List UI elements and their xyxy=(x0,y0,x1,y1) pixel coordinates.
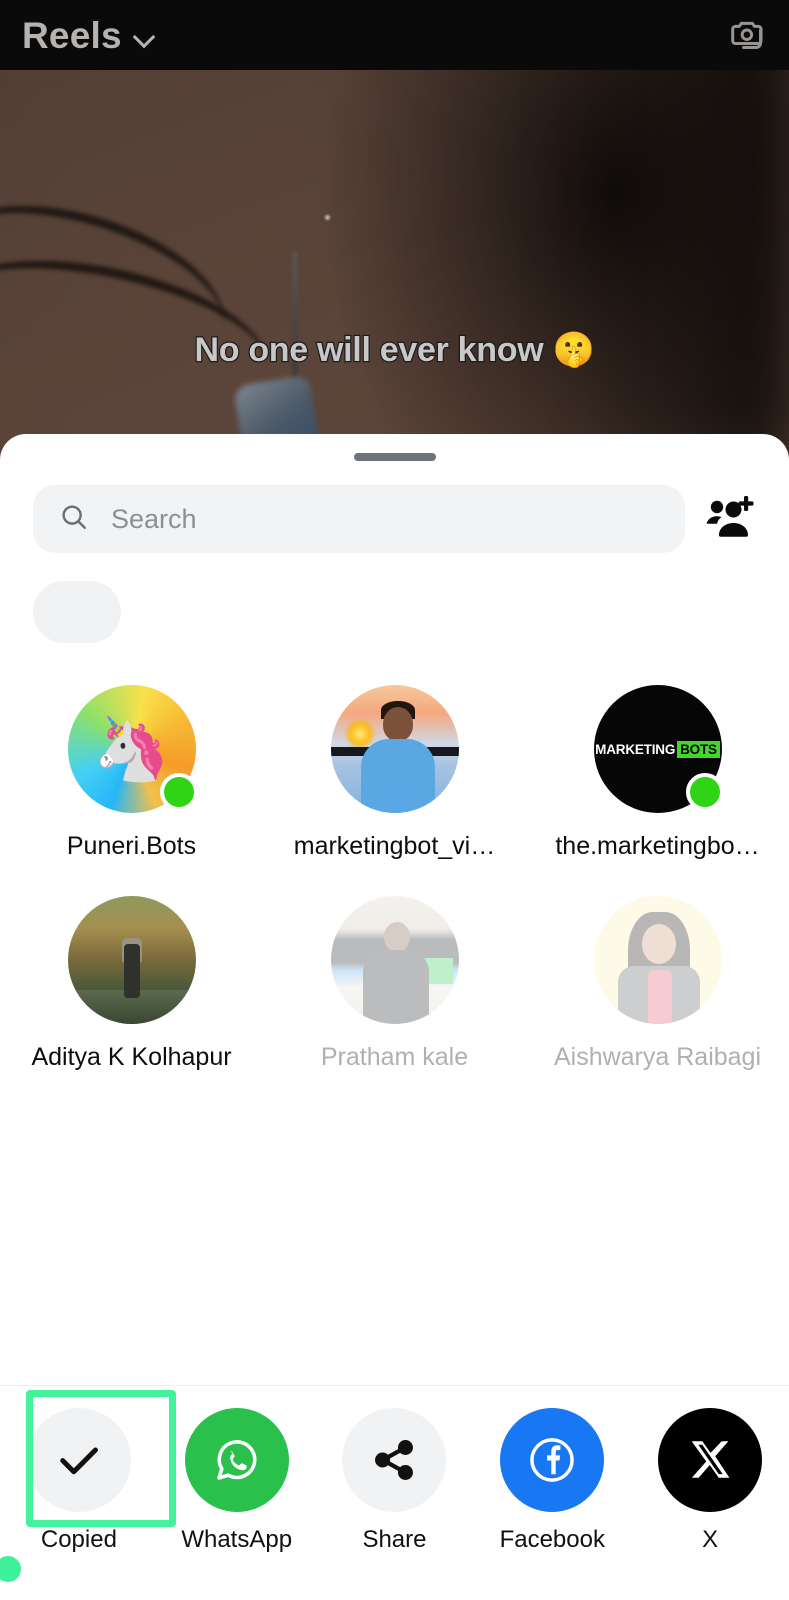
whatsapp-icon xyxy=(216,1440,257,1480)
search-placeholder: Search xyxy=(111,503,197,534)
search-input[interactable]: Search xyxy=(33,485,685,553)
video-speck xyxy=(325,215,330,220)
avatar-wrap xyxy=(330,685,459,813)
avatar xyxy=(330,896,459,1024)
logo-word-bots: BOTS xyxy=(677,740,720,758)
phone-screen: Reels No one will ever know 🤫 Search 🦄 P… xyxy=(0,0,789,1600)
x-twitter-icon xyxy=(691,1441,730,1478)
share-nodes-icon xyxy=(375,1440,414,1480)
add-people-icon[interactable] xyxy=(703,494,763,545)
person-item[interactable]: Aishwarya Raibagi xyxy=(539,896,777,1073)
camera-icon[interactable] xyxy=(725,12,767,59)
share-target-label: Copied xyxy=(40,1526,117,1553)
online-status-dot xyxy=(685,773,724,811)
drag-handle[interactable] xyxy=(353,453,436,461)
top-bar: Reels xyxy=(0,0,789,70)
person-item[interactable]: marketingbot_vi… xyxy=(276,685,514,862)
avatar xyxy=(593,896,722,1024)
chips-row xyxy=(0,553,789,643)
share-target-whatsapp[interactable]: WhatsApp xyxy=(162,1408,312,1554)
marketing-bots-logo: MARKETING BOTS xyxy=(595,740,720,758)
share-target-label: X xyxy=(702,1526,719,1553)
search-row: Search xyxy=(0,461,789,553)
avatar xyxy=(330,685,459,813)
share-target-x[interactable]: X xyxy=(635,1408,785,1554)
person-item[interactable]: Pratham kale xyxy=(276,896,514,1073)
avatar-wrap: MARKETING BOTS xyxy=(593,685,724,813)
chevron-down-icon[interactable] xyxy=(134,28,154,48)
person-name: the.marketingbo… xyxy=(555,832,760,860)
avatar-wrap xyxy=(593,896,722,1024)
whatsapp-icon-circle xyxy=(184,1408,289,1512)
logo-word-marketing: MARKETING xyxy=(595,741,676,757)
person-item[interactable]: 🦄 Puneri.Bots xyxy=(13,685,251,862)
facebook-icon-circle xyxy=(500,1408,605,1512)
page-title: Reels xyxy=(22,14,122,56)
person-name: Aishwarya Raibagi xyxy=(553,1043,762,1071)
avatar-wrap: 🦄 xyxy=(67,685,198,813)
share-target-facebook[interactable]: Facebook xyxy=(477,1408,627,1554)
online-status-dot xyxy=(159,773,198,811)
avatar xyxy=(67,896,196,1024)
person-name: Puneri.Bots xyxy=(66,832,197,860)
avatar-wrap xyxy=(330,896,459,1024)
person-item[interactable]: Aditya K Kolhapur xyxy=(13,896,251,1073)
copied-icon-circle xyxy=(26,1408,131,1512)
person-name: marketingbot_vi… xyxy=(293,832,496,860)
people-grid: 🦄 Puneri.Bots marketingbot_vi… MARKETING… xyxy=(0,643,789,1073)
avatar-wrap xyxy=(67,896,196,1024)
x-icon-circle xyxy=(658,1408,763,1512)
person-name: Aditya K Kolhapur xyxy=(31,1043,232,1071)
share-target-label: WhatsApp xyxy=(181,1526,293,1553)
share-target-label: Share xyxy=(362,1526,427,1553)
checkmark-icon xyxy=(60,1447,98,1475)
share-target-label: Facebook xyxy=(499,1526,605,1553)
share-sheet: Search 🦄 Puneri.Bots marketingbot_vi… MA… xyxy=(0,434,789,1600)
unicorn-icon: 🦄 xyxy=(92,714,171,784)
reels-title-group[interactable]: Reels xyxy=(22,17,154,54)
search-icon xyxy=(59,502,89,537)
person-name: Pratham kale xyxy=(320,1043,469,1071)
share-targets-row: Copied WhatsApp Share Facebook X xyxy=(0,1385,789,1600)
chip-skeleton-placeholder xyxy=(33,581,121,643)
person-item[interactable]: MARKETING BOTS the.marketingbo… xyxy=(539,685,777,862)
facebook-icon xyxy=(530,1438,575,1482)
share-target-share[interactable]: Share xyxy=(319,1408,469,1554)
share-icon-circle xyxy=(342,1408,447,1512)
share-target-copied[interactable]: Copied xyxy=(4,1390,176,1554)
video-caption: No one will ever know 🤫 xyxy=(193,330,596,370)
